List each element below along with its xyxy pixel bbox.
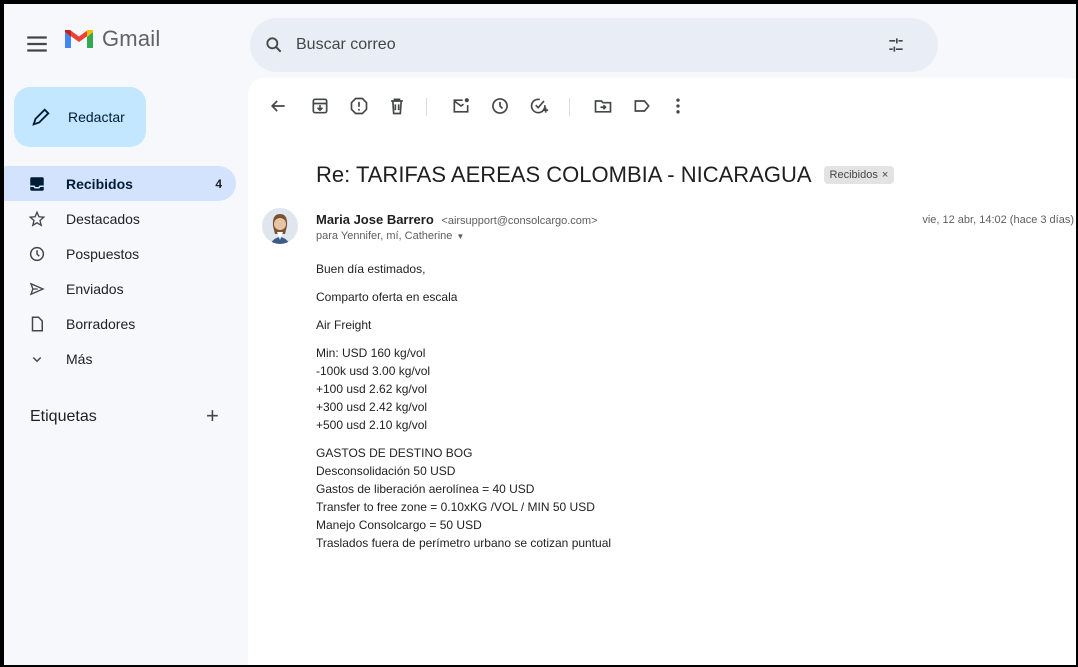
gmail-window: Gmail Redactar Recibidos 4 <box>4 4 1076 665</box>
email-date: vie, 12 abr, 14:02 (hace 3 días) <box>922 214 1074 226</box>
label-chip-text: Recibidos <box>829 169 878 181</box>
search-options-icon[interactable] <box>886 35 906 55</box>
app-name: Gmail <box>102 26 161 51</box>
chevron-down-icon <box>32 356 42 362</box>
draft-icon <box>31 316 43 331</box>
hamburger-menu-icon[interactable] <box>24 31 50 57</box>
body-line: GASTOS DE DESTINO BOG <box>316 446 473 460</box>
clock-icon <box>29 246 45 261</box>
mark-unread-icon[interactable] <box>451 96 471 116</box>
rate-line: +500 usd 2.10 kg/vol <box>316 418 428 432</box>
sidebar-item-label: Borradores <box>66 315 136 332</box>
sidebar-item-drafts[interactable]: Borradores <box>4 306 236 341</box>
sidebar-item-snoozed[interactable]: Pospuestos <box>4 236 236 271</box>
body-line: Buen día estimados, <box>316 262 426 276</box>
caret-down-icon: ▼ <box>456 231 465 241</box>
delete-icon[interactable] <box>387 96 407 116</box>
body-line: Air Freight <box>316 318 372 332</box>
unread-count-badge: 4 <box>215 176 222 191</box>
email-body: Buen día estimados, Comparto oferta en e… <box>316 260 611 552</box>
toolbar-divider <box>569 98 570 116</box>
sidebar-item-starred[interactable]: Destacados <box>4 201 236 236</box>
back-arrow-icon[interactable] <box>268 96 288 116</box>
destination-cost-line: Transfer to free zone = 0.10xKG /VOL / M… <box>316 500 595 514</box>
destination-cost-line: Desconsolidación 50 USD <box>316 464 456 478</box>
body-line: Comparto oferta en escala <box>316 290 458 304</box>
remove-label-icon[interactable]: × <box>882 169 888 181</box>
rate-line: +300 usd 2.42 kg/vol <box>316 400 428 414</box>
search-input[interactable] <box>296 36 856 54</box>
labels-heading: Etiquetas <box>30 408 97 425</box>
rate-line: Min: USD 160 kg/vol <box>316 346 426 360</box>
toolbar-divider <box>426 98 427 116</box>
recipients-text: para Yennifer, mí, Catherine <box>316 230 453 242</box>
send-icon <box>29 282 45 295</box>
label-icon[interactable] <box>632 96 652 116</box>
add-label-button[interactable]: + <box>206 405 219 427</box>
email-view: Re: TARIFAS AEREAS COLOMBIA - NICARAGUA … <box>248 78 1076 665</box>
gmail-logo[interactable]: Gmail <box>64 26 160 52</box>
sidebar-item-inbox[interactable]: Recibidos 4 <box>4 166 236 201</box>
sender-avatar[interactable] <box>262 208 298 244</box>
rate-line: -100k usd 3.00 kg/vol <box>316 364 431 378</box>
compose-button[interactable]: Redactar <box>14 87 146 147</box>
inbox-icon <box>30 176 44 191</box>
sender-line: Maria Jose Barrero <airsupport@consolcar… <box>316 212 598 227</box>
destination-cost-line: Gastos de liberación aerolínea = 40 USD <box>316 482 535 496</box>
star-icon <box>28 210 46 227</box>
search-icon[interactable] <box>264 35 284 55</box>
inbox-label-chip[interactable]: Recibidos × <box>823 166 895 184</box>
sidebar-item-label: Enviados <box>66 280 124 297</box>
sidebar-item-label: Pospuestos <box>66 245 140 262</box>
report-spam-icon[interactable] <box>349 96 369 116</box>
sender-name[interactable]: Maria Jose Barrero <box>316 212 434 227</box>
sidebar-item-label: Más <box>66 350 93 367</box>
search-bar[interactable] <box>250 18 938 72</box>
recipients-toggle[interactable]: para Yennifer, mí, Catherine ▼ <box>316 230 464 242</box>
add-task-icon[interactable] <box>529 96 549 116</box>
compose-label: Redactar <box>68 109 125 125</box>
destination-cost-line: Manejo Consolcargo = 50 USD <box>316 518 482 532</box>
sender-email: <airsupport@consolcargo.com> <box>441 215 598 227</box>
gmail-m-icon <box>65 30 93 48</box>
sidebar-item-sent[interactable]: Enviados <box>4 271 236 306</box>
snooze-icon[interactable] <box>490 96 510 116</box>
destination-cost-line: Traslados fuera de perímetro urbano se c… <box>316 536 612 550</box>
more-vert-icon[interactable] <box>668 96 688 116</box>
sidebar-item-label: Recibidos <box>66 175 133 192</box>
sidebar-item-more[interactable]: Más <box>4 341 236 376</box>
email-subject: Re: TARIFAS AEREAS COLOMBIA - NICARAGUA <box>316 162 812 187</box>
sidebar-item-label: Destacados <box>66 210 140 227</box>
subject-row: Re: TARIFAS AEREAS COLOMBIA - NICARAGUA … <box>316 162 895 188</box>
rate-line: +100 usd 2.62 kg/vol <box>316 382 428 396</box>
pencil-icon <box>32 108 50 126</box>
move-to-icon[interactable] <box>593 96 613 116</box>
sidebar-nav: Recibidos 4 Destacados Pospuestos Enviad… <box>4 166 236 376</box>
avatar-photo <box>262 208 298 244</box>
archive-icon[interactable] <box>310 96 330 116</box>
email-toolbar <box>248 92 1076 124</box>
